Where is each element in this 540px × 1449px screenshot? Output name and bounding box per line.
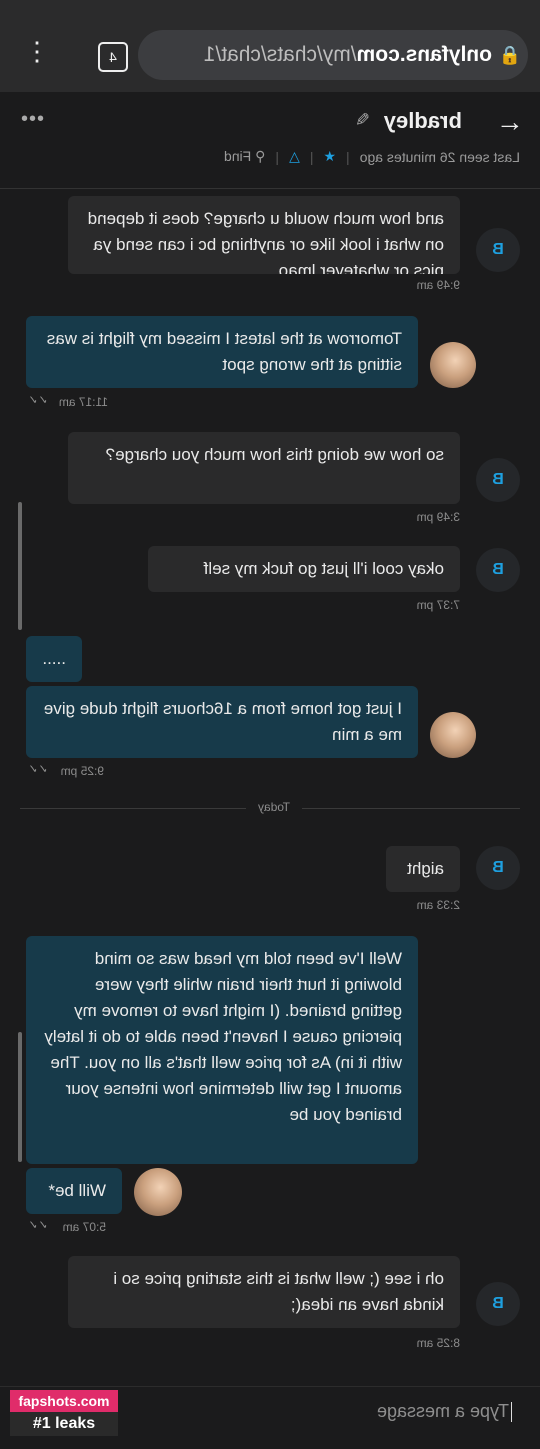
message-time: 5:07 am — [62, 1220, 106, 1234]
message-time: 8:25 am — [416, 1336, 460, 1350]
message-bubble: Tomorrow at the latest I missed my fligh… — [26, 316, 418, 388]
back-arrow-icon[interactable]: ← — [496, 106, 524, 138]
scrollbar[interactable] — [18, 1032, 22, 1162]
message-bubble: oh i see (; well what is this starting p… — [68, 1256, 460, 1328]
message-time: 7:37 pm — [416, 598, 460, 612]
avatar — [430, 712, 476, 758]
star-icon[interactable]: ★ — [323, 148, 336, 165]
bell-icon[interactable]: △ — [289, 148, 300, 165]
message-bubble: Will be* — [26, 1168, 122, 1214]
find-button[interactable]: ⚲ Find — [224, 148, 265, 165]
message-time: 11:17 am — [58, 395, 108, 409]
message-input[interactable]: Type a message — [377, 1401, 512, 1423]
edit-pencil-icon[interactable]: ✎ — [355, 110, 370, 131]
watermark-logo: fapshots.com #1 leaks — [10, 1390, 118, 1438]
avatar: B — [476, 458, 520, 502]
watermark-line-1: fapshots.com — [10, 1390, 118, 1412]
avatar — [430, 342, 476, 388]
overflow-menu-icon[interactable]: ⋮ — [22, 36, 52, 76]
tab-switcher-button[interactable]: 4 — [98, 42, 128, 72]
avatar: B — [476, 228, 520, 272]
message-bubble: and how much would u charge? does it dep… — [68, 196, 460, 274]
message-bubble: I just got home from a 16chours flight d… — [26, 686, 418, 758]
message-bubble: so how we doing this how much you charge… — [68, 432, 460, 504]
mirrored-screen: 🔒 onlyfans.com/my/chats/chat/1 4 ⋮ ← bra… — [0, 0, 540, 1449]
message-time: 9:25 pm — [60, 764, 104, 778]
message-time: 3:49 pm — [416, 510, 460, 524]
avatar: B — [476, 1282, 520, 1326]
browser-toolbar: 🔒 onlyfans.com/my/chats/chat/1 4 ⋮ — [0, 22, 540, 92]
read-ticks-icon: ✓✓ — [27, 393, 48, 407]
message-time: 9:49 am — [416, 278, 460, 292]
message-bubble: Well I've been told my head was so mind … — [26, 936, 418, 1164]
chat-header: ← bradley ✎ ••• Last seen 26 minutes ago… — [0, 92, 540, 189]
avatar: B — [476, 846, 520, 890]
last-seen-text: Last seen 26 minutes ago — [359, 148, 520, 165]
more-options-icon[interactable]: ••• — [20, 108, 44, 131]
watermark-line-2: #1 leaks — [10, 1412, 118, 1436]
contact-name[interactable]: bradley — [384, 108, 462, 134]
avatar — [134, 1168, 182, 1216]
message-bubble: ..... — [26, 636, 82, 682]
status-bar — [0, 0, 540, 22]
date-divider-label: Today — [245, 800, 302, 814]
message-time: 2:33 am — [416, 898, 460, 912]
message-bubble: aight — [386, 846, 460, 892]
lock-icon: 🔒 — [498, 44, 522, 65]
address-bar[interactable]: 🔒 onlyfans.com/my/chats/chat/1 — [138, 30, 528, 80]
separator: | — [346, 148, 350, 165]
read-ticks-icon: ✓✓ — [27, 1218, 48, 1232]
avatar: B — [476, 548, 520, 592]
message-bubble: okay cool i'll just go fuck my self — [148, 546, 460, 592]
text-caret — [511, 1402, 512, 1423]
contact-status-row: Last seen 26 minutes ago | ★ | △ | ⚲ Fin… — [224, 148, 520, 165]
separator: | — [309, 148, 314, 165]
url-text: onlyfans.com/my/chats/chat/1 — [203, 43, 492, 66]
separator: | — [275, 148, 280, 165]
scrollbar[interactable] — [18, 502, 22, 630]
read-ticks-icon: ✓✓ — [27, 762, 48, 776]
